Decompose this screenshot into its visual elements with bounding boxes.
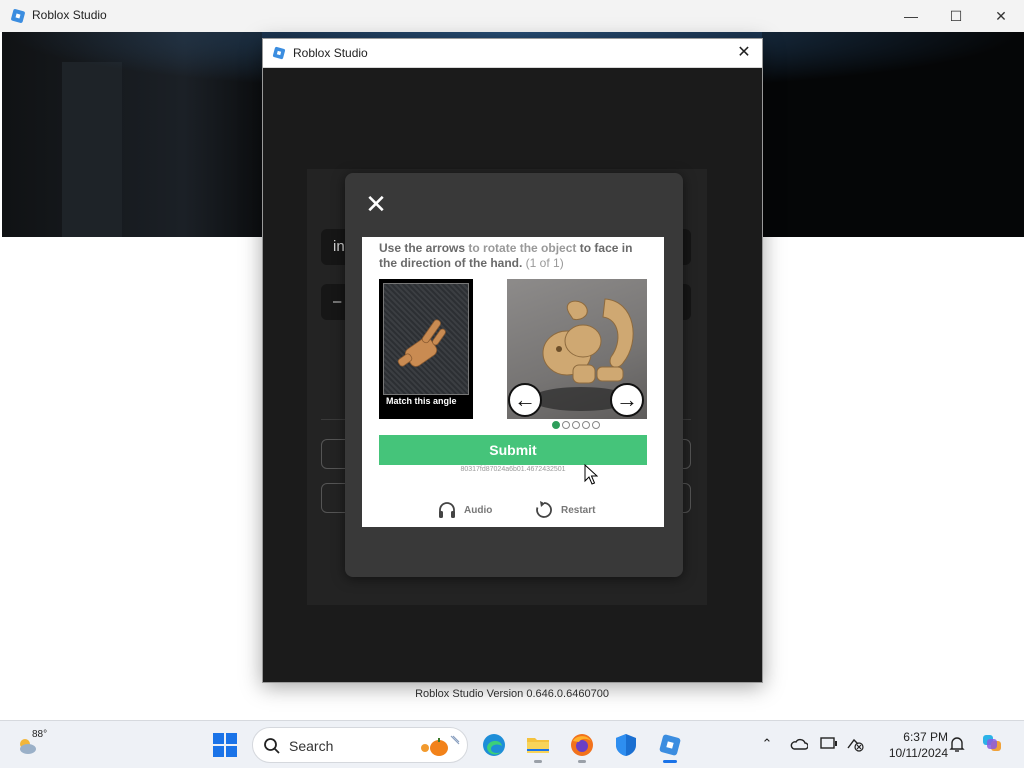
notification-bell-icon[interactable] xyxy=(946,733,968,755)
submit-button[interactable]: Submit xyxy=(379,435,647,465)
roblox-studio-logo-icon xyxy=(272,46,286,60)
roblox-studio-logo-icon xyxy=(11,9,25,23)
captcha-card: Use the arrows to rotate the object to f… xyxy=(362,237,664,527)
captcha-modal: ✕ Use the arrows to rotate the object to… xyxy=(345,173,683,577)
firefox-icon xyxy=(571,734,593,756)
start-icon[interactable] xyxy=(212,732,238,758)
page-dot-5 xyxy=(592,421,600,429)
file-explorer-app[interactable] xyxy=(520,727,556,763)
outer-window-title: Roblox Studio xyxy=(32,8,107,22)
minimize-button[interactable]: — xyxy=(888,0,934,32)
dialog-close-button[interactable]: ✕ xyxy=(734,43,754,63)
restart-button[interactable]: Restart xyxy=(534,500,595,520)
edge-app[interactable] xyxy=(476,727,512,763)
dialog-titlebar: Roblox Studio ✕ xyxy=(263,39,762,68)
defender-icon xyxy=(616,734,636,756)
rotate-right-button[interactable]: → xyxy=(610,383,644,417)
dialog-title: Roblox Studio xyxy=(293,46,368,60)
close-window-button[interactable]: ✕ xyxy=(978,0,1024,32)
taskbar-search[interactable]: Search xyxy=(252,727,468,763)
search-label: Search xyxy=(289,738,334,754)
reference-caption: Match this angle xyxy=(386,396,457,406)
mouse-cursor-icon xyxy=(584,464,598,485)
page-indicator xyxy=(552,421,600,431)
display-icon[interactable] xyxy=(818,733,840,755)
maximize-button[interactable]: ☐ xyxy=(933,0,979,32)
roblox-studio-icon xyxy=(659,734,681,756)
restart-label: Restart xyxy=(561,504,596,516)
page-dot-1 xyxy=(552,421,560,429)
page-dot-4 xyxy=(582,421,590,429)
clock-date: 10/11/2024 xyxy=(888,746,948,760)
search-icon xyxy=(264,738,280,754)
firefox-app[interactable] xyxy=(564,727,600,763)
page-dot-2 xyxy=(562,421,570,429)
network-disconnected-icon[interactable] xyxy=(844,733,866,755)
captcha-close-button[interactable]: ✕ xyxy=(363,191,389,217)
onedrive-icon[interactable] xyxy=(788,733,810,755)
taskbar-clock[interactable]: 6:37 PM 10/11/2024 xyxy=(868,729,948,761)
edge-icon xyxy=(483,734,505,756)
chevron-up-icon[interactable]: ⌃ xyxy=(756,733,778,755)
reference-hand-image: Match this angle xyxy=(379,279,473,419)
taskbar: 88° Search ⌃ 6:37 PM 10/11/2024 xyxy=(0,720,1024,768)
page-dot-3 xyxy=(572,421,580,429)
audio-button[interactable]: Audio xyxy=(437,500,492,520)
halloween-pumpkin-icon xyxy=(421,735,460,756)
login-dialog: Roblox Studio ✕ in – ✕ Use the arrows to… xyxy=(262,38,763,683)
restart-icon xyxy=(534,500,554,520)
file-explorer-icon xyxy=(527,738,549,753)
clock-time: 6:37 PM xyxy=(903,730,948,744)
version-label: Roblox Studio Version 0.646.0.6460700 xyxy=(415,688,609,700)
roblox-studio-app[interactable] xyxy=(652,727,688,763)
hand-figure-icon xyxy=(397,319,446,367)
captcha-instruction: Use the arrows to rotate the object to f… xyxy=(379,241,633,270)
rotate-left-button[interactable]: ← xyxy=(508,383,542,417)
audio-label: Audio xyxy=(464,504,493,516)
headphones-icon xyxy=(437,500,457,520)
copilot-icon[interactable] xyxy=(980,731,1006,757)
session-id: 80317fd87024a6b01.4672432501 xyxy=(460,466,566,473)
weather-temp: 88° xyxy=(32,729,48,740)
rotatable-object-image: ← → xyxy=(507,279,647,419)
outer-titlebar: Roblox Studio — ☐ ✕ xyxy=(0,0,1024,32)
defender-app[interactable] xyxy=(608,727,644,763)
weather-widget[interactable]: 88° xyxy=(16,729,56,761)
